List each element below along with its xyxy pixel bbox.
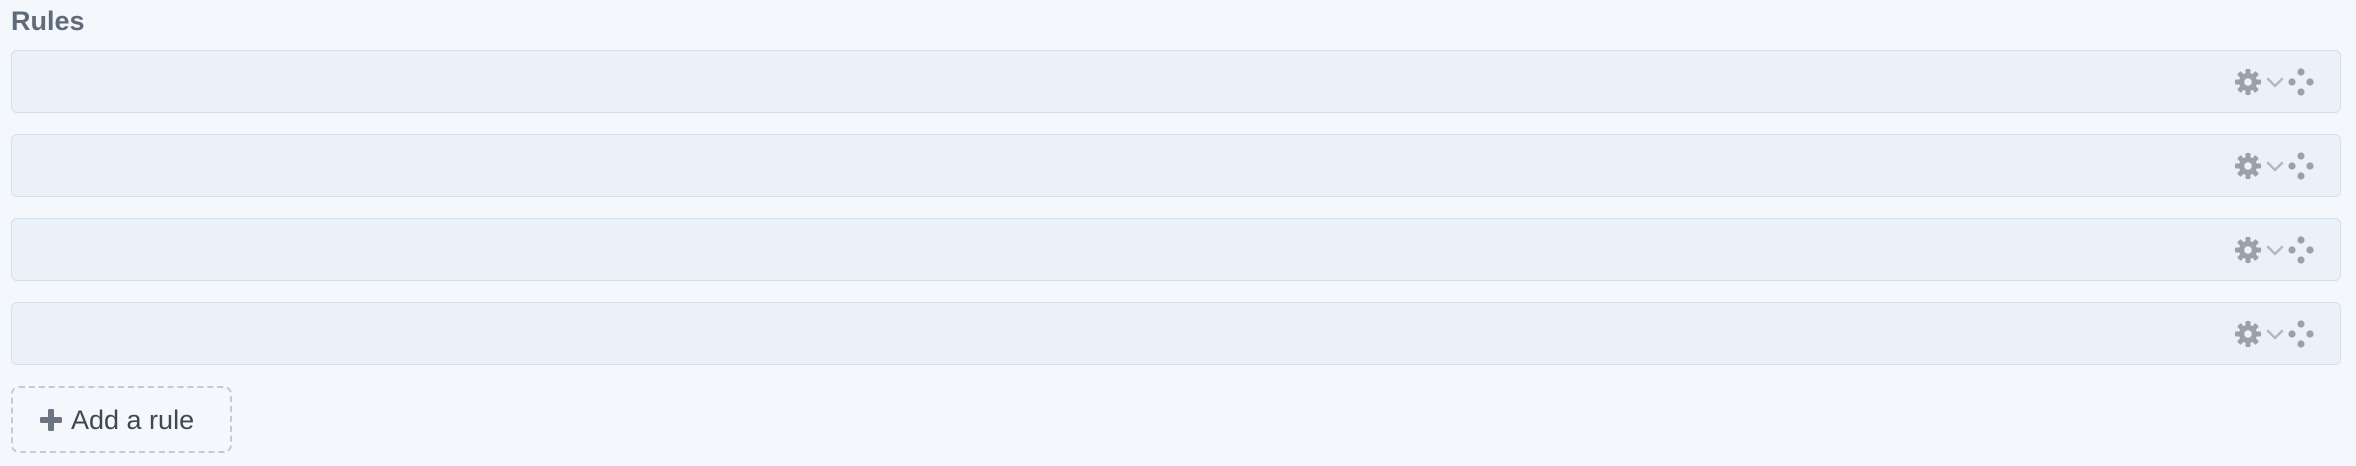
add-rule-label: Add a rule bbox=[71, 404, 195, 435]
gear-icon[interactable] bbox=[2234, 68, 2262, 96]
drag-handle-icon[interactable] bbox=[2288, 151, 2314, 180]
rule-controls bbox=[2234, 235, 2314, 264]
rule-row[interactable] bbox=[11, 218, 2341, 281]
rule-row[interactable] bbox=[11, 50, 2341, 113]
rule-row[interactable] bbox=[11, 302, 2341, 365]
chevron-down-icon[interactable] bbox=[2265, 240, 2285, 260]
gear-icon[interactable] bbox=[2234, 320, 2262, 348]
drag-handle-icon[interactable] bbox=[2288, 67, 2314, 96]
chevron-down-icon[interactable] bbox=[2265, 156, 2285, 176]
rule-controls bbox=[2234, 67, 2314, 96]
drag-handle-icon[interactable] bbox=[2288, 319, 2314, 348]
drag-handle-icon[interactable] bbox=[2288, 235, 2314, 264]
rules-panel: Rules Add a rule bbox=[0, 0, 2356, 466]
rule-controls bbox=[2234, 151, 2314, 180]
plus-icon bbox=[40, 408, 62, 431]
rule-row[interactable] bbox=[11, 134, 2341, 197]
rule-controls bbox=[2234, 319, 2314, 348]
gear-icon[interactable] bbox=[2234, 236, 2262, 264]
section-title: Rules bbox=[11, 6, 85, 36]
chevron-down-icon[interactable] bbox=[2265, 72, 2285, 92]
gear-icon[interactable] bbox=[2234, 152, 2262, 180]
chevron-down-icon[interactable] bbox=[2265, 324, 2285, 344]
rules-list bbox=[11, 50, 2341, 386]
add-rule-button[interactable]: Add a rule bbox=[11, 386, 232, 453]
